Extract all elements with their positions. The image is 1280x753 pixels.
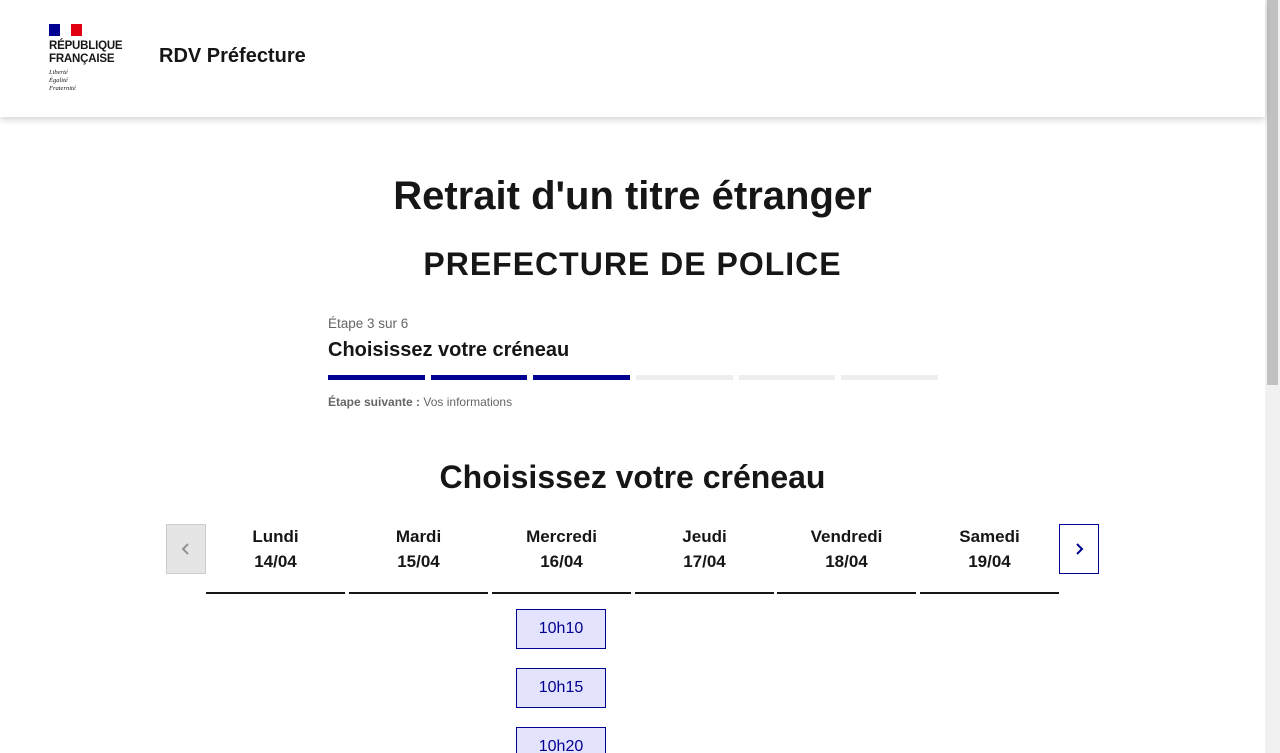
day-date: 19/04 <box>968 552 1011 571</box>
day-name: Mercredi <box>526 527 597 546</box>
stepper-segment <box>636 375 733 380</box>
page-subtitle: PREFECTURE DE POLICE <box>423 246 842 282</box>
day-name: Jeudi <box>682 527 727 546</box>
chevron-right-icon <box>1076 543 1084 555</box>
stepper-next-value: Vos informations <box>423 395 513 409</box>
page-scrollbar[interactable] <box>1265 0 1280 753</box>
day-date: 17/04 <box>683 552 726 571</box>
calendar-day-column: Lundi 14/04 <box>206 524 345 594</box>
stepper-next-step: Étape suivante : Vos informations <box>328 395 938 409</box>
page-title: Retrait d'un titre étranger <box>393 174 872 218</box>
day-name: Vendredi <box>810 527 883 546</box>
site-header: RÉPUBLIQUE FRANÇAISE Liberté Égalité Fra… <box>0 0 1265 117</box>
calendar-day-column: Vendredi 18/04 <box>777 524 916 594</box>
day-date: 15/04 <box>397 552 440 571</box>
stepper-title: Choisissez votre créneau <box>328 339 570 361</box>
calendar-day-column: Samedi 19/04 <box>920 524 1059 594</box>
republic-motto: Liberté Égalité Fraternité <box>49 69 76 92</box>
chevron-left-icon <box>181 543 189 555</box>
day-name: Samedi <box>959 527 1020 546</box>
time-slot-button[interactable]: 10h20 <box>516 727 606 753</box>
stepper-next-label: Étape suivante : <box>328 395 421 409</box>
stepper-segment <box>533 375 631 380</box>
calendar-day-column: Mercredi 16/04 <box>492 524 631 594</box>
day-name: Lundi <box>252 527 299 546</box>
stepper-state: Étape 3 sur 6 <box>328 316 409 331</box>
stepper-segment <box>738 375 836 380</box>
stepper: Étape 3 sur 6 Choisissez votre créneau É… <box>328 316 939 409</box>
stepper-segment <box>430 375 528 380</box>
day-date: 18/04 <box>825 552 868 571</box>
stepper-progress <box>328 375 939 380</box>
previous-week-button[interactable] <box>166 524 206 574</box>
stepper-segment <box>841 375 939 380</box>
day-date: 14/04 <box>254 552 297 571</box>
republique-francaise-name: RÉPUBLIQUE FRANÇAISE <box>49 40 123 65</box>
calendar-day-column: Mardi 15/04 <box>349 524 488 594</box>
republique-francaise-logo[interactable]: RÉPUBLIQUE FRANÇAISE Liberté Égalité Fra… <box>49 24 139 96</box>
day-date: 16/04 <box>540 552 583 571</box>
stepper-segment <box>328 375 425 380</box>
marianne-icon <box>61 26 69 34</box>
calendar-section-title: Choisissez votre créneau <box>439 459 826 495</box>
time-slot-button[interactable]: 10h15 <box>516 668 606 708</box>
service-title-link[interactable]: RDV Préfecture <box>159 45 306 68</box>
scrollbar-thumb[interactable] <box>1267 0 1278 385</box>
time-slot-button[interactable]: 10h10 <box>516 609 606 649</box>
calendar-day-column: Jeudi 17/04 <box>635 524 774 594</box>
next-week-button[interactable] <box>1059 524 1099 574</box>
day-name: Mardi <box>395 527 442 546</box>
